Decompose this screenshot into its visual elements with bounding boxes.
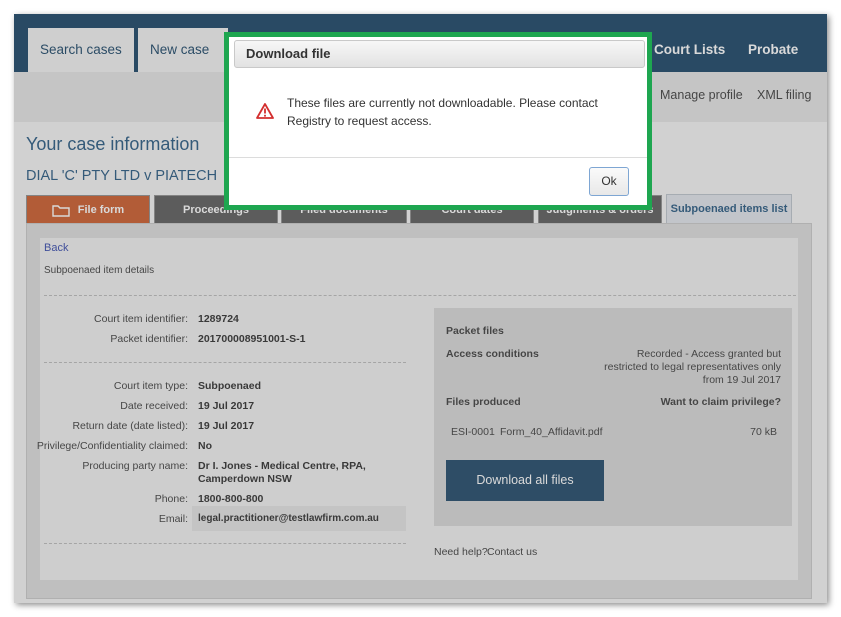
browser-page: Search cases New case Court Lists Probat… <box>14 14 827 603</box>
dialog-message: These files are currently not downloadab… <box>287 96 598 128</box>
warning-icon <box>256 103 274 119</box>
download-file-dialog: Download file These files are currently … <box>224 32 652 210</box>
dialog-divider <box>229 157 647 158</box>
ok-button[interactable]: Ok <box>589 167 629 196</box>
dialog-title: Download file <box>234 40 645 68</box>
